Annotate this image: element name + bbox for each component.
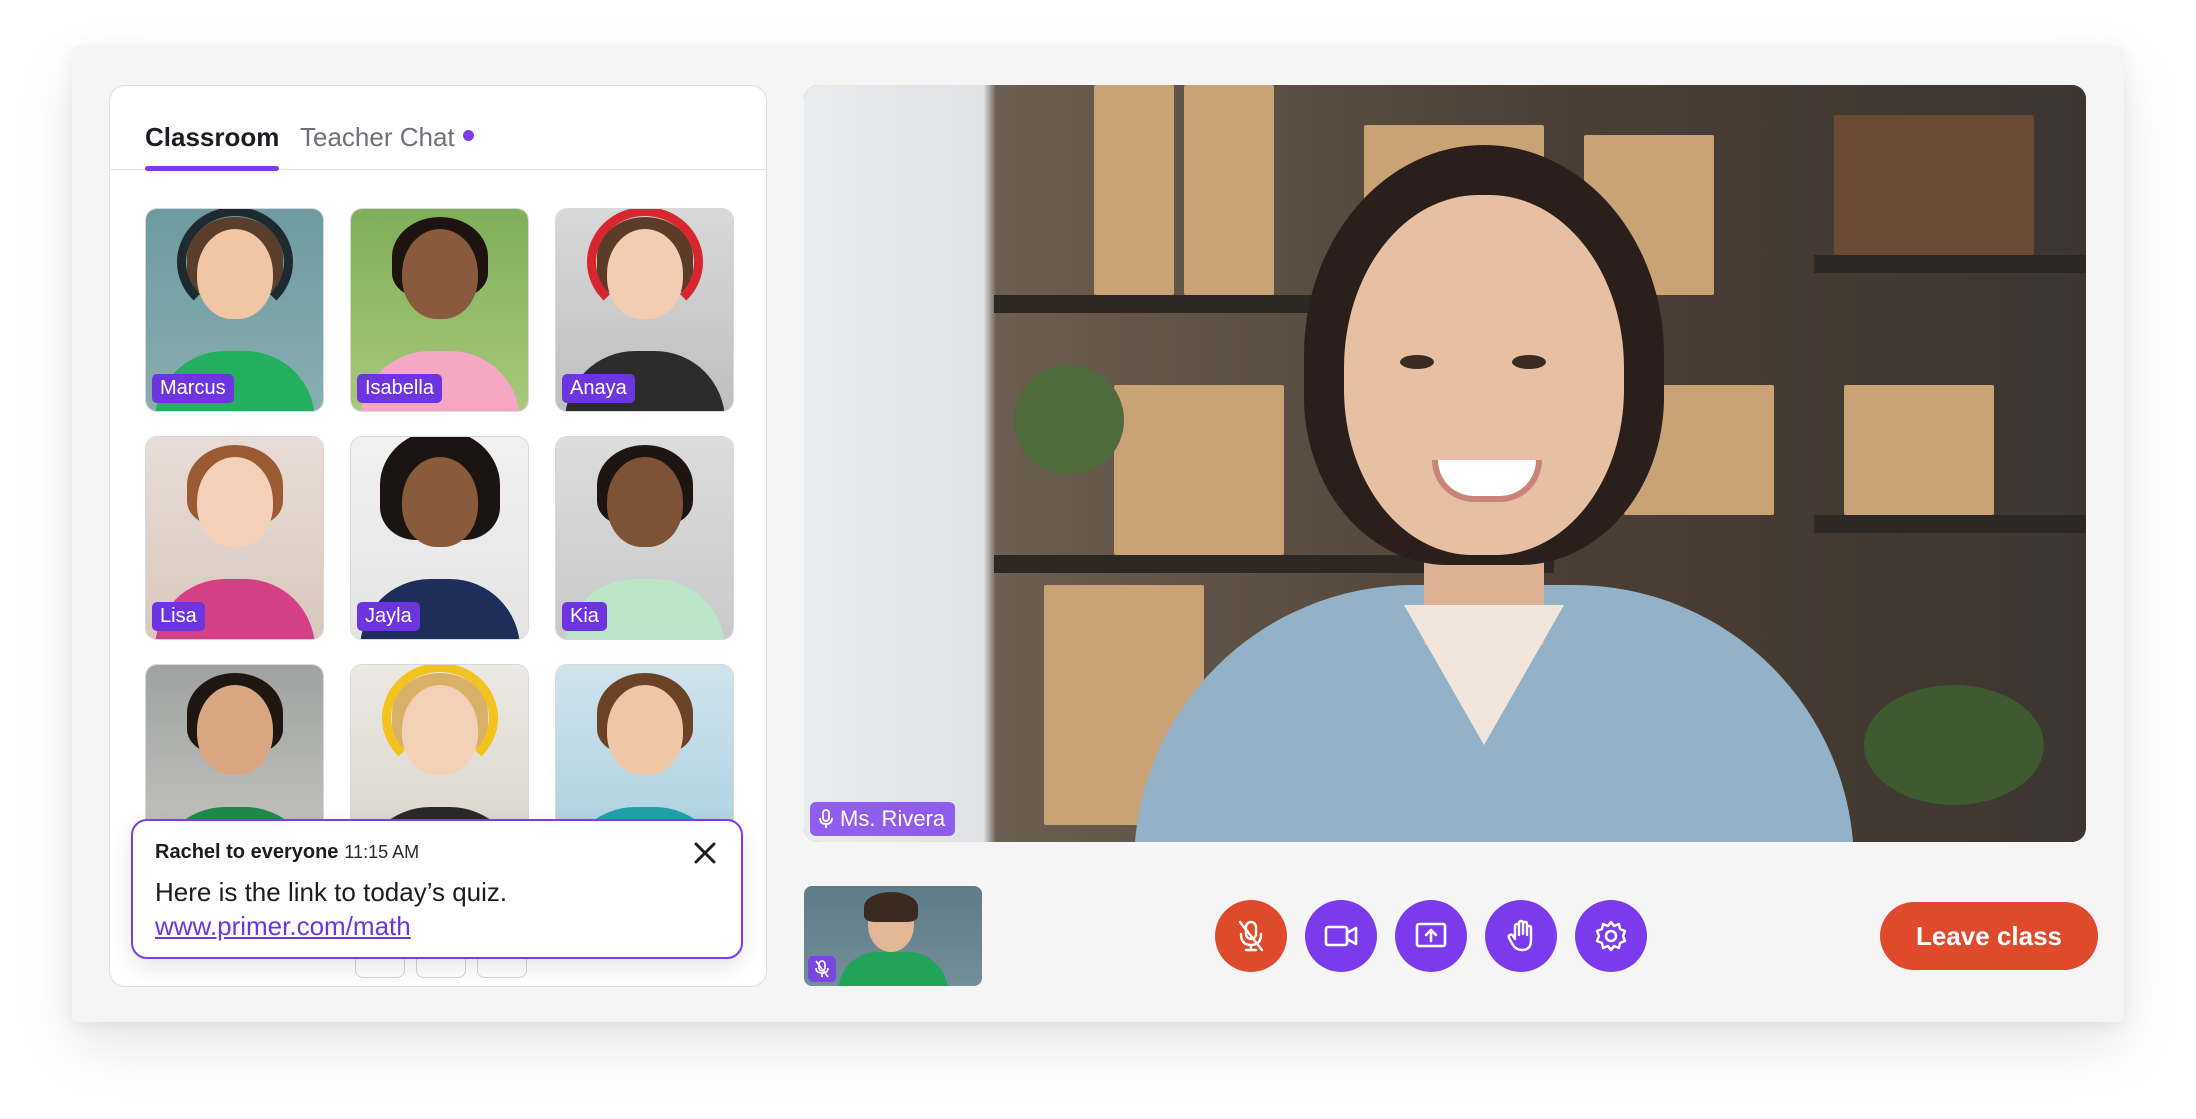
student-name-tag: Kia	[562, 602, 607, 631]
close-icon[interactable]	[691, 839, 719, 867]
student-name-tag: Anaya	[562, 374, 635, 403]
tab-classroom[interactable]: Classroom	[145, 122, 280, 171]
mic-off-icon	[808, 956, 836, 982]
screen-share-icon	[1415, 922, 1447, 948]
student-tile-jayla[interactable]: Jayla	[350, 436, 529, 640]
raise-hand-icon	[1507, 919, 1533, 952]
share-screen-button[interactable]	[1395, 900, 1467, 972]
camera-button[interactable]	[1305, 900, 1377, 972]
classroom-app: Classroom Teacher Chat Marcus Isabella A…	[72, 46, 2124, 1022]
unread-dot-icon	[462, 130, 474, 141]
chat-sender: Rachel to everyone	[155, 841, 339, 863]
mic-icon	[819, 809, 833, 828]
self-preview[interactable]	[804, 886, 982, 986]
page-button[interactable]	[416, 958, 466, 978]
chat-notification: Rachel to everyone 11:15 AM Here is the l…	[131, 819, 743, 959]
chat-time: 11:15 AM	[344, 842, 420, 862]
student-name-tag: Jayla	[357, 602, 420, 631]
student-tile-kia[interactable]: Kia	[555, 436, 734, 640]
leave-class-button[interactable]: Leave class	[1880, 902, 2098, 970]
chat-message: Here is the link to today’s quiz.	[155, 877, 508, 907]
page-button[interactable]	[355, 958, 405, 978]
gear-icon	[1595, 920, 1627, 952]
panel-tabs: Classroom Teacher Chat	[110, 86, 766, 171]
call-controls	[1215, 900, 1647, 972]
raise-hand-button[interactable]	[1485, 900, 1557, 972]
student-tile-isabella[interactable]: Isabella	[350, 208, 529, 412]
settings-button[interactable]	[1575, 900, 1647, 972]
student-name-tag: Lisa	[152, 602, 205, 631]
page-button[interactable]	[477, 958, 527, 978]
tab-teacher-chat-label: Teacher Chat	[300, 122, 455, 152]
mute-button[interactable]	[1215, 900, 1287, 972]
mic-off-icon	[1238, 920, 1264, 952]
quiz-link[interactable]: www.primer.com/math	[155, 911, 411, 942]
tab-teacher-chat[interactable]: Teacher Chat	[300, 122, 474, 170]
student-name-tag: Marcus	[152, 374, 234, 403]
chat-notification-header: Rachel to everyone 11:15 AM	[155, 841, 419, 864]
speaker-tag: Ms. Rivera	[810, 802, 956, 836]
student-name-tag: Isabella	[357, 374, 442, 403]
pagination	[355, 958, 538, 983]
main-video: Ms. Rivera	[804, 85, 2086, 842]
video-icon	[1324, 925, 1358, 947]
speaker-name: Ms. Rivera	[840, 806, 946, 831]
student-tile-marcus[interactable]: Marcus	[145, 208, 324, 412]
student-tile-anaya[interactable]: Anaya	[555, 208, 734, 412]
student-tile-lisa[interactable]: Lisa	[145, 436, 324, 640]
tab-classroom-label: Classroom	[145, 122, 280, 152]
